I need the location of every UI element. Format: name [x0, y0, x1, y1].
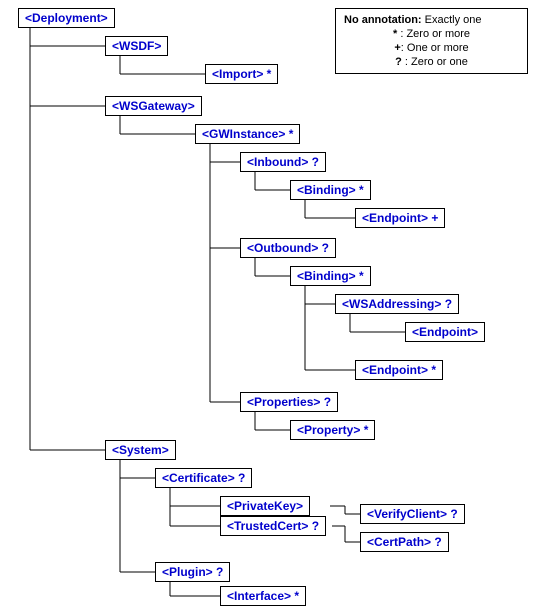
legend-sym-2: ? — [395, 56, 402, 68]
node-deployment: <Deployment> — [18, 8, 115, 28]
node-gwinstance: <GWInstance> * — [195, 124, 300, 144]
node-plugin: <Plugin> ? — [155, 562, 230, 582]
legend-desc-0: Zero or more — [406, 28, 470, 40]
node-system: <System> — [105, 440, 176, 460]
legend-sym-0: * — [393, 28, 397, 40]
node-import: <Import> * — [205, 64, 278, 84]
node-wsdf: <WSDF> — [105, 36, 168, 56]
node-properties: <Properties> ? — [240, 392, 338, 412]
node-privatekey: <PrivateKey> — [220, 496, 310, 516]
node-endpoint-wsa: <Endpoint> — [405, 322, 485, 342]
node-wsgateway: <WSGateway> — [105, 96, 202, 116]
node-endpoint-out: <Endpoint> * — [355, 360, 443, 380]
node-inbound: <Inbound> ? — [240, 152, 326, 172]
node-wsaddressing: <WSAddressing> ? — [335, 294, 459, 314]
node-verifyclient: <VerifyClient> ? — [360, 504, 465, 524]
node-trustedcert: <TrustedCert> ? — [220, 516, 326, 536]
legend-box: No annotation: Exactly one * : Zero or m… — [335, 8, 528, 74]
legend-title: No annotation: — [344, 14, 422, 26]
node-binding-out: <Binding> * — [290, 266, 371, 286]
node-endpoint-in: <Endpoint> + — [355, 208, 445, 228]
legend-sym-1: + — [394, 42, 400, 54]
legend-desc-2: Zero or one — [411, 56, 468, 68]
node-certpath: <CertPath> ? — [360, 532, 449, 552]
node-certificate: <Certificate> ? — [155, 468, 252, 488]
node-interface: <Interface> * — [220, 586, 306, 606]
legend-desc-1: One or more — [407, 42, 469, 54]
node-property: <Property> * — [290, 420, 375, 440]
node-binding-in: <Binding> * — [290, 180, 371, 200]
legend-title-desc: Exactly one — [425, 14, 482, 26]
node-outbound: <Outbound> ? — [240, 238, 336, 258]
